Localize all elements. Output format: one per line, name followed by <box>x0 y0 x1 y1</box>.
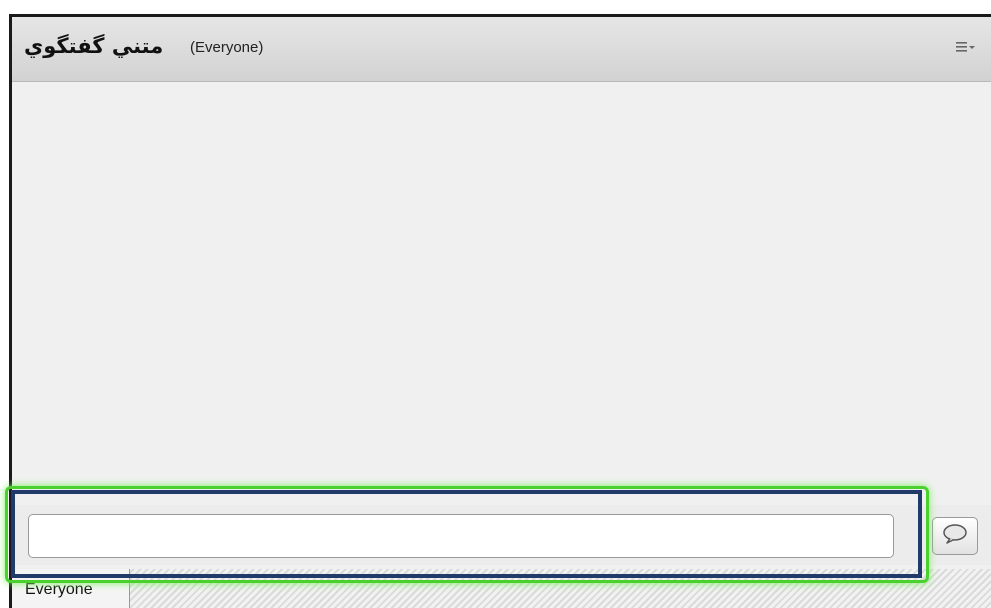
message-input[interactable] <box>28 514 894 558</box>
tab-strip <box>12 569 991 608</box>
chat-title-bar: متني گفتگوي (Everyone) <box>12 17 991 82</box>
chat-scope-label: (Everyone) <box>190 39 264 56</box>
chat-pod: متني گفتگوي (Everyone) Everyone <box>9 14 991 608</box>
tab-label: Everyone <box>25 581 93 598</box>
speech-bubble-icon <box>941 523 969 549</box>
menu-list-icon[interactable] <box>955 38 977 56</box>
composer-row <box>12 505 991 565</box>
chat-title: متني گفتگوي <box>24 34 164 58</box>
tab-everyone[interactable]: Everyone <box>12 569 130 608</box>
send-button[interactable] <box>932 517 978 555</box>
chat-message-area[interactable] <box>12 82 991 489</box>
